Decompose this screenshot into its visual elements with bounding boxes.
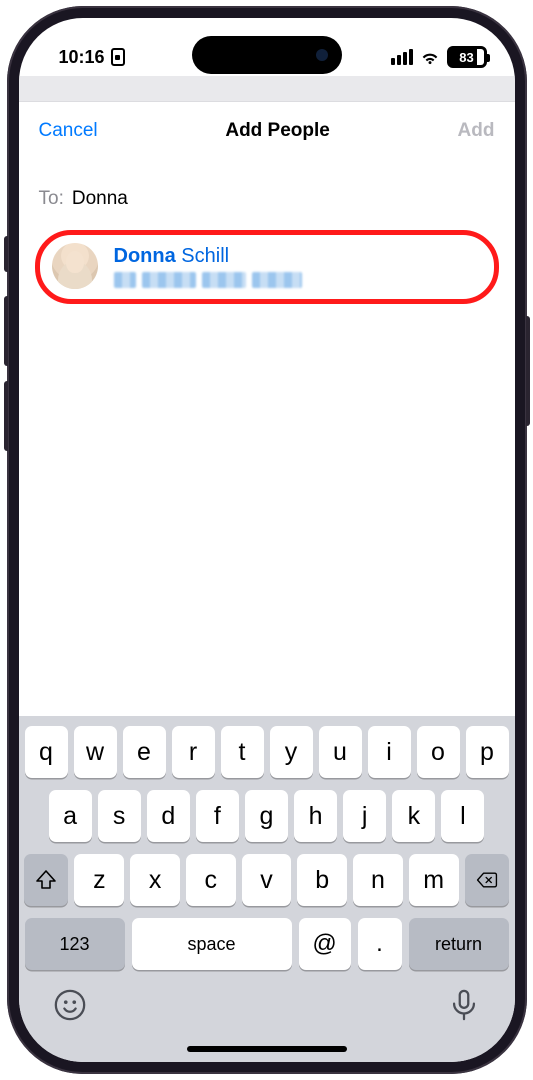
wifi-icon [420,49,440,65]
key-m[interactable]: m [409,854,459,906]
key-q[interactable]: q [25,726,68,778]
key-t[interactable]: t [221,726,264,778]
key-r[interactable]: r [172,726,215,778]
nav-bar: Cancel Add People Add [19,102,515,160]
key-f[interactable]: f [196,790,239,842]
key-j[interactable]: j [343,790,386,842]
key-p[interactable]: p [466,726,509,778]
key-s[interactable]: s [98,790,141,842]
volume-up [4,296,8,366]
key-w[interactable]: w [74,726,117,778]
battery-level: 83 [459,50,473,65]
cellular-icon [391,49,413,65]
volume-down [4,381,8,451]
key-x[interactable]: x [130,854,180,906]
backspace-key[interactable] [465,854,509,906]
key-n[interactable]: n [353,854,403,906]
key-k[interactable]: k [392,790,435,842]
key-g[interactable]: g [245,790,288,842]
avatar [52,243,98,289]
to-input[interactable]: Donna [72,188,128,210]
battery-icon: 83 [447,46,487,68]
key-e[interactable]: e [123,726,166,778]
return-key[interactable]: return [409,918,509,970]
key-c[interactable]: c [186,854,236,906]
recipient-field[interactable]: To: Donna [19,160,515,224]
suggestion-first-name: Donna [114,245,176,267]
volume-switch [4,236,8,272]
key-l[interactable]: l [441,790,484,842]
to-label: To: [39,188,64,210]
key-u[interactable]: u [319,726,362,778]
phone-frame: 10:16 83 Cancel Add People Add [7,6,527,1074]
space-key[interactable]: space [132,918,292,970]
contact-suggestion[interactable]: Donna Schill [35,230,499,304]
key-d[interactable]: d [147,790,190,842]
sheet-background-gap [19,76,515,102]
key-y[interactable]: y [270,726,313,778]
status-time: 10:16 [59,47,105,68]
suggestion-last-name: Schill [181,245,229,267]
sim-icon [111,48,125,66]
keyboard-row-4: 123 space @ . return [25,918,509,970]
page-title: Add People [225,120,330,142]
key-z[interactable]: z [74,854,124,906]
suggestion-detail-redacted [114,272,302,288]
emoji-key[interactable] [53,988,87,1022]
suggestion-text: Donna Schill [114,245,302,288]
cancel-button[interactable]: Cancel [39,120,98,142]
keyboard: qwertyuiop asdfghjkl zxcvbnm 123 space @… [19,716,515,976]
add-button[interactable]: Add [458,120,495,142]
home-indicator[interactable] [187,1046,347,1052]
power-button [526,316,530,426]
dictation-key[interactable] [447,988,481,1022]
dot-key[interactable]: . [358,918,402,970]
numbers-key[interactable]: 123 [25,918,125,970]
key-h[interactable]: h [294,790,337,842]
key-b[interactable]: b [297,854,347,906]
screen: 10:16 83 Cancel Add People Add [19,18,515,1062]
key-o[interactable]: o [417,726,460,778]
keyboard-row-1: qwertyuiop [25,726,509,778]
suggestion-name: Donna Schill [114,245,302,268]
at-key[interactable]: @ [299,918,351,970]
keyboard-row-3: zxcvbnm [25,854,509,906]
key-a[interactable]: a [49,790,92,842]
key-v[interactable]: v [242,854,292,906]
shift-key[interactable] [24,854,68,906]
dynamic-island [192,36,342,74]
keyboard-row-2: asdfghjkl [25,790,509,842]
key-i[interactable]: i [368,726,411,778]
